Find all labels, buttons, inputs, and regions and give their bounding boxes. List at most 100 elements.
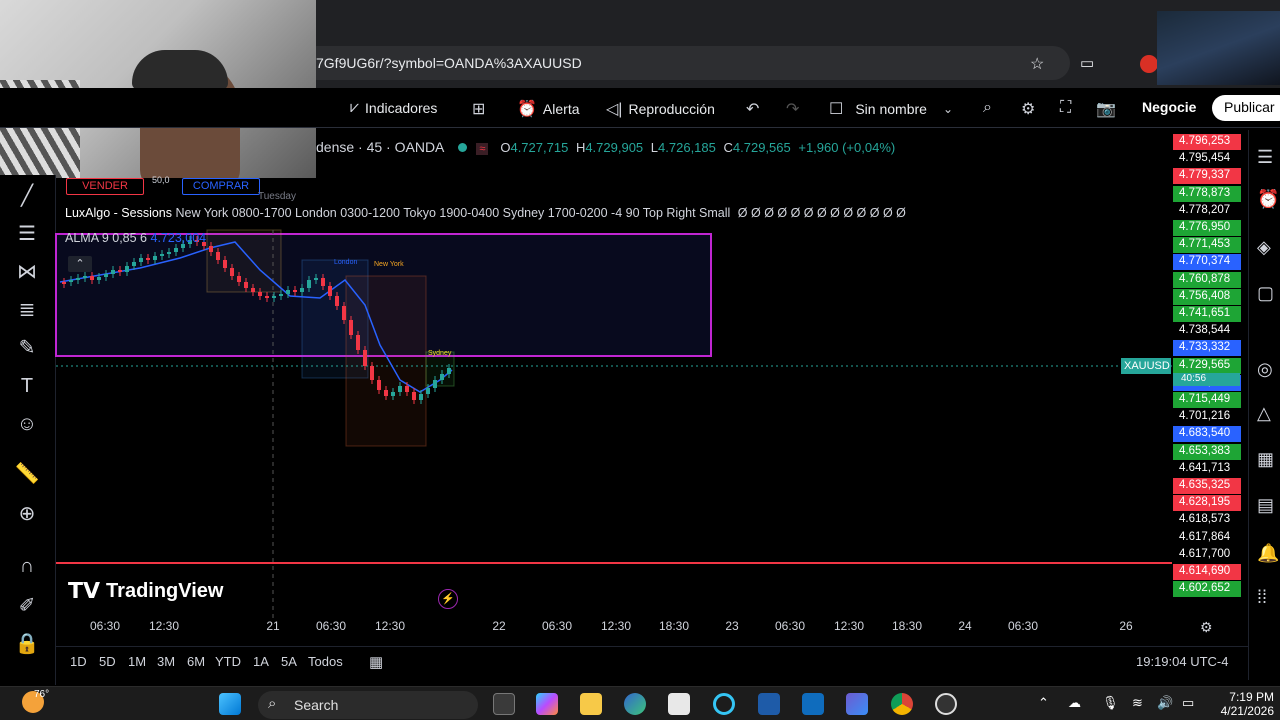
cast-icon[interactable]: ▭ [1080, 54, 1094, 72]
candle-body [76, 278, 80, 280]
target-icon[interactable]: ◎ [1257, 358, 1279, 380]
obs-icon[interactable] [935, 693, 957, 715]
flash-icon[interactable]: ⚡ [438, 589, 458, 609]
wifi-icon[interactable]: ≋ [1132, 695, 1143, 711]
copilot-icon[interactable] [536, 693, 558, 715]
alerts-icon[interactable]: ⏰ [1257, 188, 1279, 210]
undo-button[interactable]: ↶ [746, 99, 759, 119]
time-label: 06:30 [315, 619, 347, 633]
layers-icon[interactable]: ◈ [1257, 236, 1279, 258]
price-label: 4.617,700 [1173, 546, 1241, 563]
candle-body [370, 366, 374, 380]
fullscreen-button[interactable]: ⛶ [1060, 99, 1071, 117]
range-button-ytd[interactable]: YTD [215, 654, 241, 669]
store-icon[interactable] [668, 693, 690, 715]
rewind-icon: ◁| [606, 101, 623, 118]
layout-square-icon: ☐ [829, 101, 844, 118]
time-label: 06:30 [541, 619, 573, 633]
address-bar[interactable]: 7Gf9UG6r/?symbol=OANDA%3AXAUUSD [300, 46, 1070, 80]
alert-button[interactable]: ⏰ Alerta [517, 99, 580, 119]
windows-start-icon[interactable] [219, 693, 241, 715]
replay-button[interactable]: ◁| Reproducción [606, 99, 715, 119]
sessions-indicator-legend[interactable]: LuxAlgo - Sessions New York 0800-1700 Lo… [65, 206, 906, 220]
battery-icon[interactable]: ▭ [1182, 695, 1194, 711]
settings-button[interactable]: ⚙ [1021, 99, 1035, 119]
candle-body [377, 380, 381, 390]
cortana-icon[interactable] [713, 693, 735, 715]
microphone-icon[interactable]: 🎙 [1102, 695, 1119, 711]
candle-body [69, 280, 73, 282]
onedrive-icon[interactable]: ☁ [1068, 695, 1081, 711]
lock-icon[interactable]: 🔒 [14, 631, 40, 657]
indicators-icon: ⩗ [350, 99, 360, 116]
indicators-button[interactable]: ⩗ Indicadores [350, 99, 437, 117]
range-button-5d[interactable]: 5D [99, 654, 116, 669]
alma-indicator-legend[interactable]: ALMA 9 0,85 6 4.723,004 [65, 231, 206, 245]
chart-app-icon[interactable] [758, 693, 780, 715]
trade-button[interactable]: Negocie [1132, 95, 1206, 121]
range-button-1m[interactable]: 1M [128, 654, 146, 669]
chevron-up-icon[interactable]: ⌃ [1038, 695, 1049, 711]
pine-editor-icon[interactable]: ▤ [1257, 494, 1279, 516]
london-label: London [334, 259, 357, 266]
buy-button[interactable]: COMPRAR [182, 178, 260, 195]
chrome-icon[interactable] [891, 693, 913, 715]
volume-icon[interactable]: 🔊 [1157, 695, 1173, 711]
candle-body [251, 288, 255, 292]
chat-icon[interactable]: ▢ [1257, 282, 1279, 304]
outlook-icon[interactable] [802, 693, 824, 715]
time-axis[interactable]: 06:30 12:30 21 06:30 12:30 22 06:30 12:30 18:30 2… [56, 616, 1246, 638]
profile-avatar[interactable] [1140, 55, 1158, 73]
price-label: 4.796,253 [1173, 134, 1241, 150]
watchlist-icon[interactable]: ☰ [1257, 146, 1279, 168]
day-hint: Tuesday [258, 191, 296, 202]
candle-body [83, 276, 87, 278]
tray-clock[interactable]: 7:19 PM 4/21/2026 [1214, 690, 1274, 718]
sell-button[interactable]: VENDER [66, 178, 144, 195]
range-button-1d[interactable]: 1D [70, 654, 87, 669]
ideas-icon[interactable]: △ [1257, 402, 1279, 424]
pip-video [1157, 11, 1280, 85]
range-button-6m[interactable]: 6M [187, 654, 205, 669]
publish-button[interactable]: Publicar [1212, 95, 1280, 121]
redo-icon: ↷ [786, 101, 800, 118]
candle-body [286, 290, 290, 294]
file-explorer-icon[interactable] [580, 693, 602, 715]
taskbar-search[interactable]: ⌕ Search [258, 691, 478, 719]
candle-body [440, 374, 444, 380]
candle-body [125, 266, 129, 272]
time-label: 12:30 [374, 619, 406, 633]
price-label: 4.778,873 [1173, 185, 1241, 202]
calendar-icon[interactable]: ▦ [1257, 448, 1279, 470]
market-open-dot-icon [457, 143, 467, 152]
layout-menu[interactable]: ☐ Sin nombre ⌄ [829, 99, 953, 119]
price-label: 4.614,690 [1173, 564, 1241, 580]
templates-button[interactable]: ⊞ [472, 99, 485, 119]
notifications-icon[interactable]: 🔔 [1257, 542, 1279, 564]
app-hex-icon[interactable] [846, 693, 868, 715]
candle-body [433, 380, 437, 388]
candle-body [209, 246, 213, 252]
bookmark-star-icon[interactable]: ☆ [1030, 54, 1044, 74]
cap-shape [132, 50, 228, 90]
snapshot-button[interactable]: 📷 [1096, 99, 1116, 119]
task-view-icon[interactable] [493, 693, 515, 715]
symbol-title[interactable]: dense · 45 · OANDA [316, 139, 444, 155]
axis-settings-icon[interactable]: ⚙ [1200, 619, 1213, 636]
collapse-legend-icon[interactable]: ⌃ [68, 256, 92, 272]
date-range-calendar-icon[interactable]: ▦ [369, 653, 383, 671]
apps-icon[interactable]: ⁞⁞ [1257, 586, 1279, 608]
candle-body [258, 292, 262, 296]
range-button-5a[interactable]: 5A [281, 654, 297, 669]
price-chart[interactable]: London New York Sydney [0, 130, 1172, 620]
redo-button[interactable]: ↷ [786, 99, 799, 119]
chart-clock[interactable]: 19:19:04 UTC-4 [1136, 654, 1229, 669]
range-button-3m[interactable]: 3M [157, 654, 175, 669]
quick-search-button[interactable]: ⌕ [983, 99, 992, 117]
search-icon: ⌕ [268, 695, 277, 712]
range-button-1a[interactable]: 1A [253, 654, 269, 669]
grid-icon: ⊞ [472, 101, 486, 118]
edge-icon[interactable] [624, 693, 646, 715]
range-button-todos[interactable]: Todos [308, 654, 343, 669]
candle-body [391, 392, 395, 396]
